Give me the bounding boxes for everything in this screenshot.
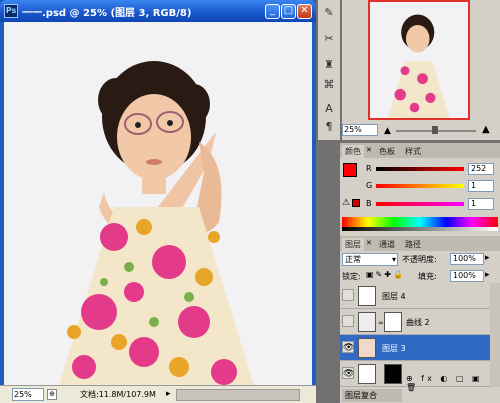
navigator-thumbnail[interactable] [368, 0, 470, 120]
tab-close-icon[interactable]: ✕ [366, 146, 372, 154]
maximize-button[interactable]: □ [281, 4, 296, 19]
image-canvas[interactable] [4, 22, 312, 385]
color-tab-row: 颜色 ✕ 色板 样式 [340, 143, 500, 158]
visibility-toggle[interactable] [342, 315, 354, 327]
layer-mask-thumbnail [384, 364, 402, 384]
title-bar[interactable]: Ps 一一.psd @ 25% (图层 3, RGB/8) _ □ ✕ [0, 0, 316, 22]
horizontal-scrollbar[interactable] [176, 389, 300, 401]
navigator-panel: 25% ▲ ▲ [342, 0, 500, 140]
lock-label: 锁定: [342, 272, 361, 281]
paragraph-icon[interactable]: ¶ [320, 118, 338, 136]
layers-tab-row: 图层 ✕ 通道 路径 [340, 236, 500, 251]
character-icon[interactable]: A [320, 100, 338, 118]
g-field[interactable]: 1 [468, 180, 494, 192]
r-field[interactable]: 252 [468, 163, 494, 175]
color-panel: 颜色 ✕ 色板 样式 R 252 G 1 ⚠ B 1 [340, 143, 500, 236]
opacity-label: 不透明度: [402, 255, 437, 264]
layer-mask-thumbnail [384, 312, 402, 332]
layer-thumbnail [358, 286, 376, 306]
gamut-swatch[interactable] [352, 199, 360, 207]
status-menu-icon[interactable]: ⊕ [47, 389, 57, 400]
zoom-slider-thumb[interactable] [432, 126, 438, 134]
r-label: R [366, 164, 372, 173]
layer-name: 图层 3 [382, 344, 406, 353]
stamp-icon[interactable]: ♜ [320, 56, 338, 74]
document-info: 文档:11.8M/107.9M [80, 390, 156, 399]
tab-color[interactable]: 颜色 [342, 145, 364, 158]
fill-arrow-icon[interactable]: ▸ [485, 270, 490, 280]
b-slider[interactable] [376, 202, 464, 206]
tab-swatches[interactable]: 色板 [376, 145, 398, 158]
visibility-toggle[interactable] [342, 289, 354, 301]
g-label: G [366, 181, 373, 190]
layers-panel: 图层 ✕ 通道 路径 正常 ▾ 不透明度: 100% ▸ 锁定: ▣✎✚🔒 填充:… [340, 236, 500, 403]
warning-icon: ⚠ [342, 198, 351, 208]
layers-tab-close-icon[interactable]: ✕ [366, 239, 372, 247]
close-button[interactable]: ✕ [297, 4, 312, 19]
r-slider[interactable] [376, 167, 464, 171]
opacity-arrow-icon[interactable]: ▸ [485, 253, 490, 263]
tab-styles[interactable]: 样式 [402, 145, 424, 158]
fill-label: 填充: [418, 272, 437, 281]
history-icon[interactable]: ⌘ [320, 76, 338, 94]
tool-strip: ✎ ✂ ♜ ⌘ A ¶ [318, 0, 340, 140]
document-window: Ps 一一.psd @ 25% (图层 3, RGB/8) _ □ ✕ 25% … [0, 0, 316, 403]
tab-paths[interactable]: 路径 [402, 238, 424, 251]
blend-mode-chevron-down-icon: ▾ [391, 255, 396, 264]
foreground-color-swatch[interactable] [343, 163, 357, 177]
layer-footer-icons[interactable]: ⊕ fx ◐ ▢ ▣ 🗑 [406, 374, 500, 392]
link-icon: ∞ [378, 319, 384, 327]
b-field[interactable]: 1 [468, 198, 494, 210]
zoom-in-icon[interactable]: ▲ [482, 124, 490, 135]
photoshop-icon[interactable]: Ps [4, 4, 18, 18]
visibility-eye-icon[interactable]: 👁 [342, 367, 354, 379]
girl-photo [4, 22, 312, 385]
curves-adjustment-icon [358, 312, 376, 332]
visibility-eye-icon[interactable]: 👁 [342, 341, 354, 353]
tab-layer-comps[interactable]: 图层复合 [342, 389, 402, 402]
g-slider[interactable] [376, 184, 464, 188]
layers-scrollbar[interactable] [490, 283, 500, 387]
tab-layers[interactable]: 图层 [342, 238, 364, 251]
tools-icon[interactable]: ✂ [320, 30, 338, 48]
tab-channels[interactable]: 通道 [376, 238, 398, 251]
window-title: 一一.psd @ 25% (图层 3, RGB/8) [22, 8, 192, 19]
grayscale-ramp[interactable] [342, 227, 498, 231]
zoom-out-icon[interactable]: ▲ [384, 126, 391, 136]
layer-row-selected[interactable]: 👁 图层 3 [340, 335, 490, 361]
brush-tool-icon[interactable]: ✎ [320, 4, 338, 22]
layer-thumbnail [358, 338, 376, 358]
lock-icons[interactable]: ▣✎✚🔒 [366, 270, 405, 279]
navigator-photo [370, 2, 468, 118]
minimize-button[interactable]: _ [265, 4, 280, 19]
status-bar: 25% ⊕ 文档:11.8M/107.9M ▸ [0, 385, 316, 403]
navigator-zoom-field[interactable]: 25% [342, 124, 378, 136]
zoom-field[interactable]: 25% [12, 388, 44, 401]
opacity-field[interactable]: 100% [450, 253, 484, 265]
layer-name: 图层 4 [382, 292, 406, 301]
layer-name: 曲线 2 [406, 318, 430, 327]
fill-field[interactable]: 100% [450, 270, 484, 282]
b-label: B [366, 199, 372, 208]
adjustment-thumbnail [358, 364, 376, 384]
layer-row[interactable]: 图层 4 [340, 283, 490, 309]
layer-row[interactable]: ∞ 曲线 2 [340, 309, 490, 335]
blend-mode-value: 正常 [345, 255, 361, 264]
color-ramp[interactable] [342, 217, 498, 227]
status-arrow-icon[interactable]: ▸ [166, 389, 171, 400]
blend-mode-select[interactable]: 正常 ▾ [342, 253, 398, 266]
